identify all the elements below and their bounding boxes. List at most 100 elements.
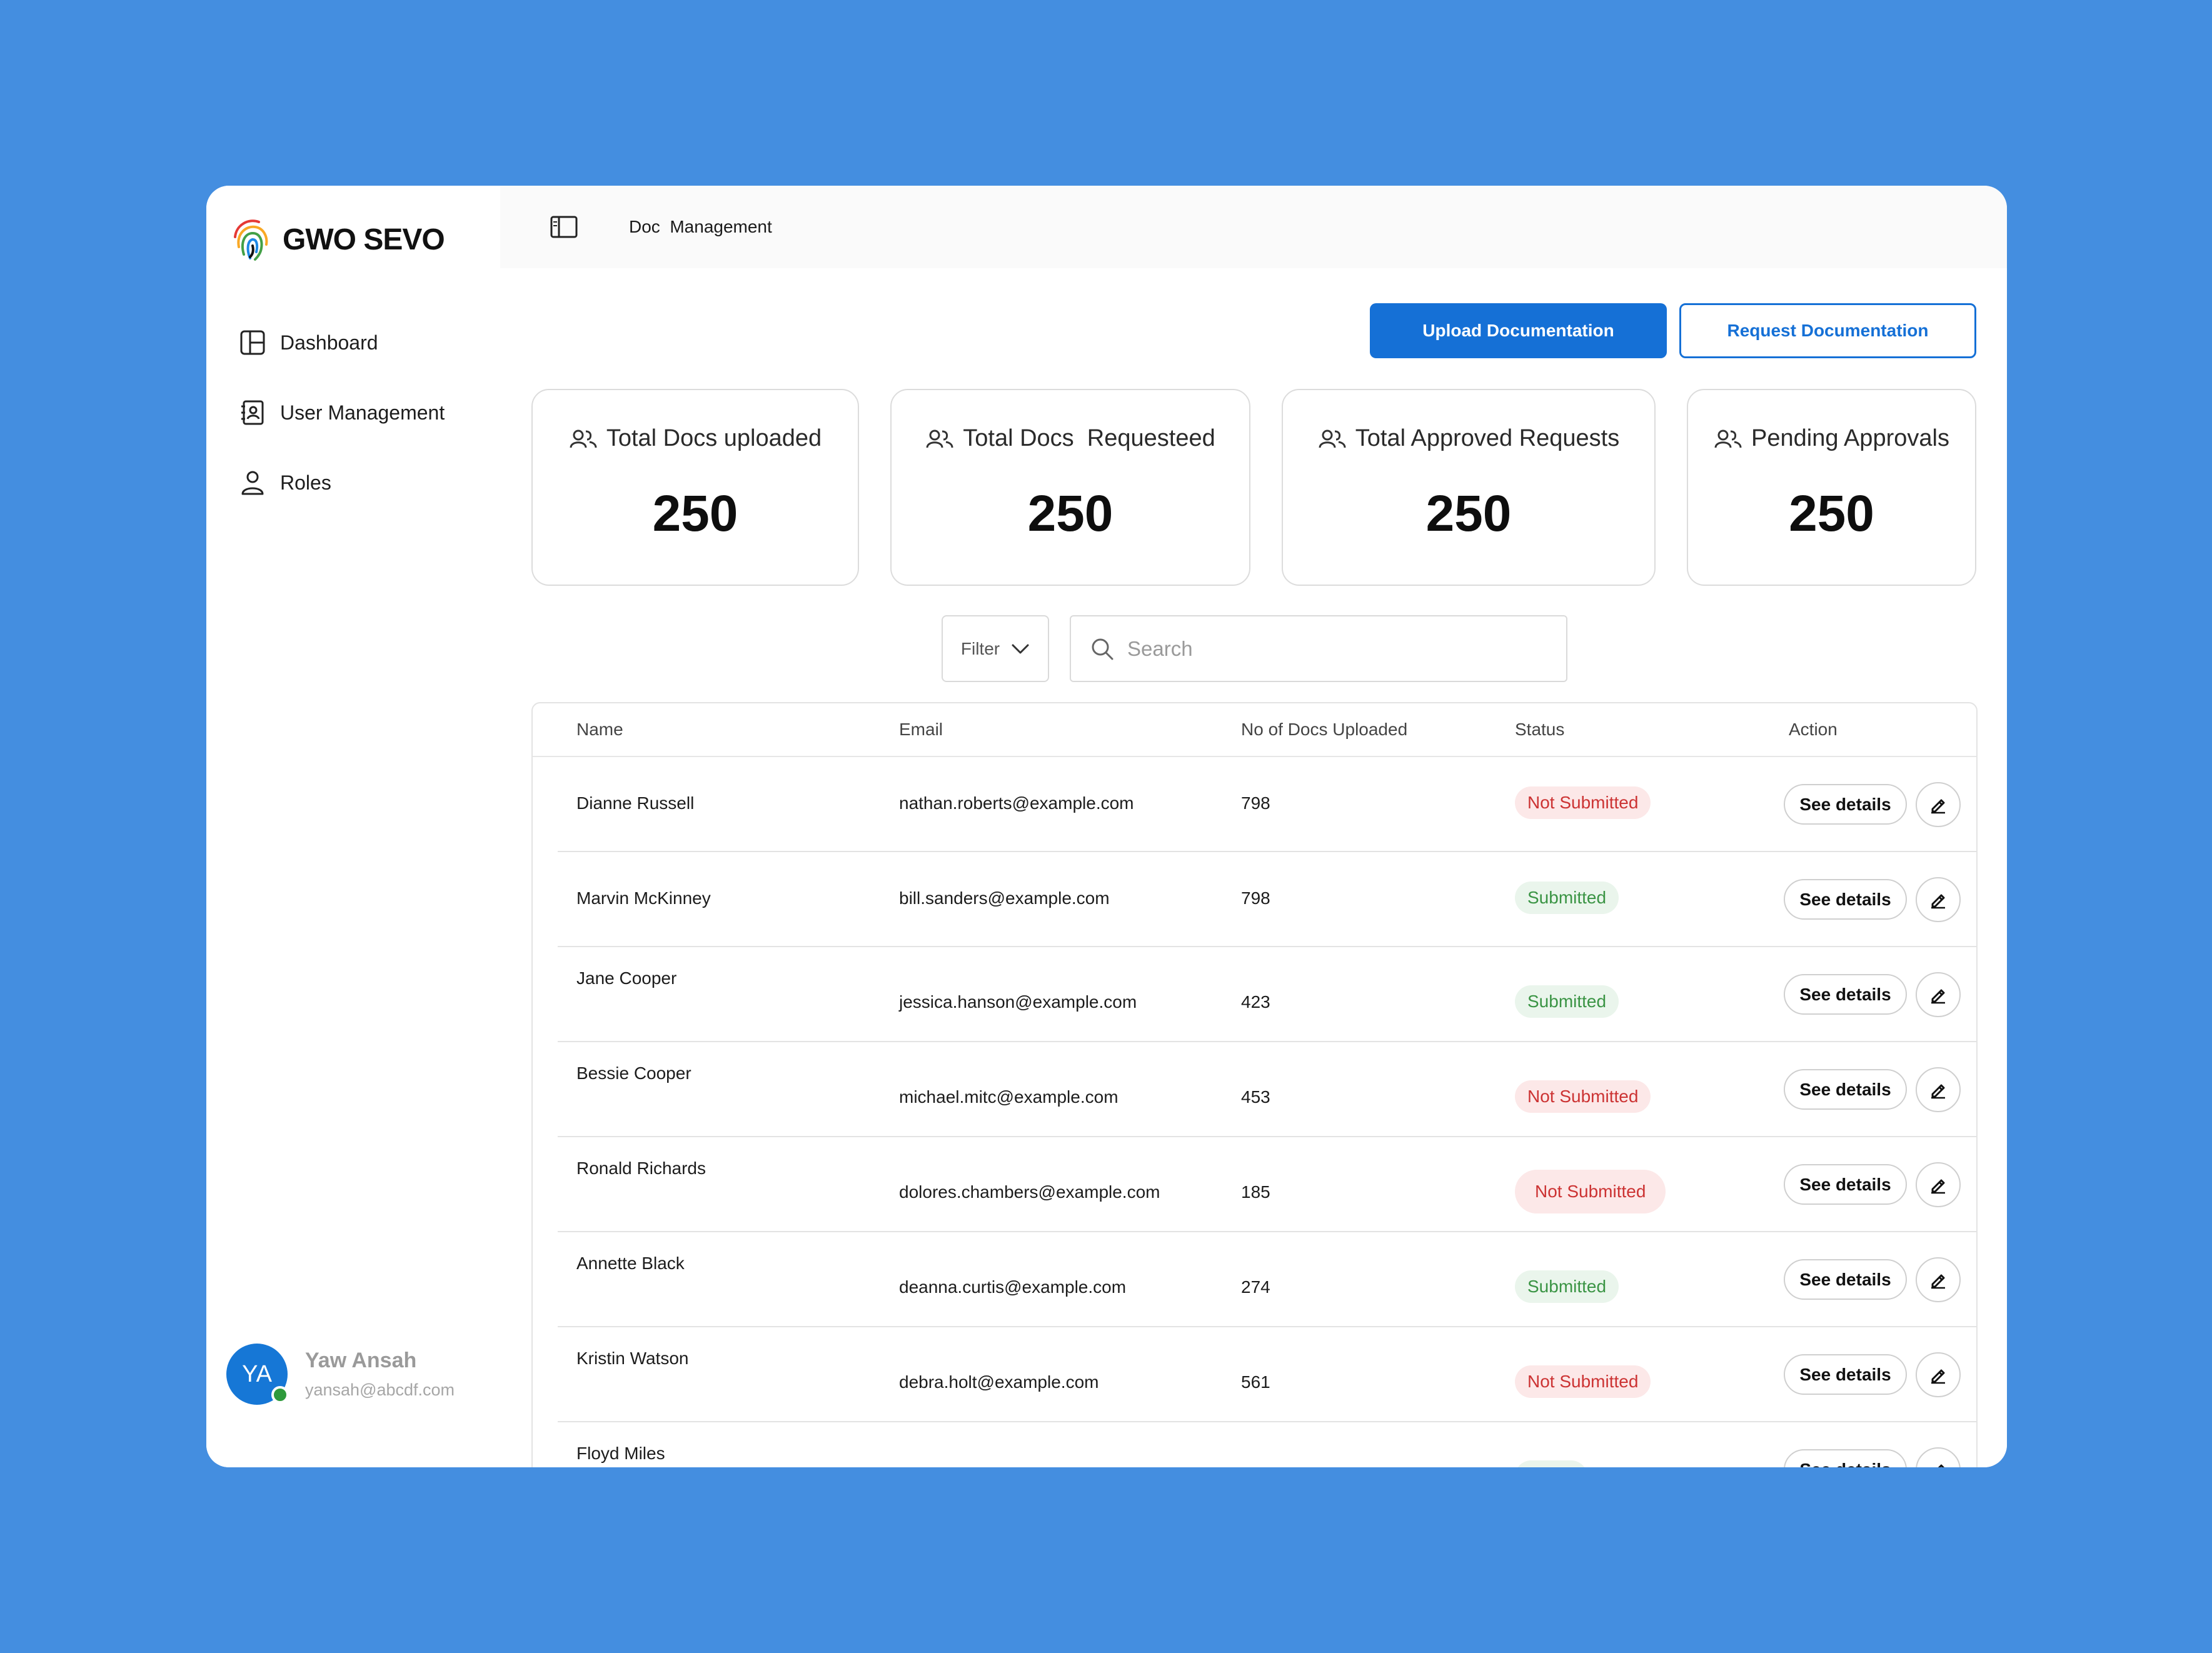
user-profile[interactable]: YA Yaw Ansah yansah@abcdf.com xyxy=(226,1344,455,1405)
user-icon xyxy=(241,471,264,495)
status-badge: Active xyxy=(1515,1460,1588,1467)
sidebar-item-label: Dashboard xyxy=(280,331,378,354)
edit-button[interactable] xyxy=(1916,1067,1961,1112)
table-header: Name Email No of Docs Uploaded Status Ac… xyxy=(533,703,1976,757)
row-email: deanna.curtis@example.com xyxy=(899,1277,1127,1297)
edit-pencil-icon xyxy=(1931,1179,1945,1194)
row-name: Ronald Richards xyxy=(576,1158,706,1178)
search-input[interactable] xyxy=(1127,636,1552,661)
see-details-button[interactable]: See details xyxy=(1784,1354,1907,1395)
status-badge: Submitted xyxy=(1515,1270,1619,1303)
online-status-dot xyxy=(271,1386,289,1404)
users-icon xyxy=(1319,430,1346,448)
row-docs-count: 185 xyxy=(1241,1182,1270,1202)
app-window: GWO SEVO Dashboard User Management Roles… xyxy=(206,186,2007,1467)
status-badge: Submitted xyxy=(1515,882,1619,914)
see-details-button[interactable]: See details xyxy=(1784,1259,1907,1300)
avatar-initials: YA xyxy=(242,1360,272,1387)
user-name: Yaw Ansah xyxy=(305,1349,417,1372)
row-name: Marvin McKinney xyxy=(576,888,711,908)
status-badge: Not Submitted xyxy=(1515,786,1651,819)
table-row[interactable]: Kristin Watson debra.holt@example.com 561 N… xyxy=(558,1327,1976,1422)
see-details-button[interactable]: See details xyxy=(1784,1069,1907,1110)
stat-label: Pending Approvals xyxy=(1751,425,1949,451)
status-badge: Not Submitted xyxy=(1515,1170,1666,1213)
see-details-button[interactable]: See details xyxy=(1784,974,1907,1015)
table-row[interactable]: Dianne Russell nathan.roberts@example.com… xyxy=(558,757,1976,852)
contact-book-icon xyxy=(241,400,264,425)
search-icon xyxy=(1092,638,1114,660)
row-name: Floyd Miles xyxy=(576,1444,665,1463)
stat-value: 250 xyxy=(652,485,738,542)
column-header-docs[interactable]: No of Docs Uploaded xyxy=(1241,720,1407,740)
filter-dropdown[interactable]: Filter xyxy=(942,615,1049,682)
sidebar-item-user-management[interactable]: User Management xyxy=(239,378,489,448)
row-docs-count: 798 xyxy=(1241,793,1270,813)
edit-button[interactable] xyxy=(1916,782,1961,827)
row-docs-count: 274 xyxy=(1241,1277,1270,1297)
upload-documentation-button[interactable]: Upload Documentation xyxy=(1370,303,1667,358)
row-email: bill.sanders@example.com xyxy=(899,888,1110,908)
layout-icon xyxy=(240,330,265,355)
see-details-button[interactable]: See details xyxy=(1784,1449,1907,1467)
row-docs-count: 423 xyxy=(1241,992,1270,1012)
see-details-button[interactable]: See details xyxy=(1784,784,1907,825)
table-row[interactable]: Jane Cooper jessica.hanson@example.com 423… xyxy=(558,947,1976,1042)
sidebar-item-roles[interactable]: Roles xyxy=(239,448,489,518)
column-header-email[interactable]: Email xyxy=(899,720,943,740)
column-header-name[interactable]: Name xyxy=(576,720,623,740)
top-bar: Doc Management xyxy=(500,186,2007,268)
row-name: Dianne Russell xyxy=(576,793,695,813)
edit-pencil-icon xyxy=(1931,989,1945,1004)
sidebar: GWO SEVO Dashboard User Management Roles… xyxy=(206,186,500,1467)
stat-value: 250 xyxy=(1027,485,1114,542)
table-body: Dianne Russell nathan.roberts@example.com… xyxy=(533,757,1976,1467)
avatar: YA xyxy=(226,1344,289,1405)
users-icon xyxy=(926,430,953,448)
edit-button[interactable] xyxy=(1916,1352,1961,1397)
chevron-down-icon xyxy=(1012,644,1029,653)
edit-button[interactable] xyxy=(1916,972,1961,1017)
sidebar-item-label: Roles xyxy=(280,471,331,494)
breadcrumb: Doc Management xyxy=(629,217,772,236)
table-row[interactable]: Bessie Cooper michael.mitc@example.com 453… xyxy=(558,1042,1976,1137)
row-name: Kristin Watson xyxy=(576,1349,689,1368)
column-header-status[interactable]: Status xyxy=(1515,720,1564,740)
stat-value: 250 xyxy=(1425,485,1512,542)
logo[interactable]: GWO SEVO xyxy=(230,216,445,263)
sidebar-toggle-icon[interactable] xyxy=(550,216,578,238)
logo-text: GWO SEVO xyxy=(283,223,445,256)
edit-button[interactable] xyxy=(1916,1447,1961,1467)
stat-card-pending-approvals: Pending Approvals 250 xyxy=(1687,389,1976,586)
table-row[interactable]: Marvin McKinney bill.sanders@example.com 7… xyxy=(558,852,1976,947)
edit-button[interactable] xyxy=(1916,877,1961,922)
fingerprint-logo-icon xyxy=(234,219,268,261)
request-documentation-button[interactable]: Request Documentation xyxy=(1679,303,1976,358)
edit-pencil-icon xyxy=(1931,1274,1945,1289)
edit-button[interactable] xyxy=(1916,1257,1961,1302)
filter-label: Filter xyxy=(960,638,1000,658)
row-email: debra.holt@example.com xyxy=(899,1372,1099,1392)
status-badge: Not Submitted xyxy=(1515,1080,1651,1113)
see-details-button[interactable]: See details xyxy=(1784,1164,1907,1205)
table-row[interactable]: Annette Black deanna.curtis@example.com 27… xyxy=(558,1232,1976,1327)
user-info: Yaw Ansah yansah@abcdf.com xyxy=(305,1349,455,1400)
row-name: Bessie Cooper xyxy=(576,1063,691,1083)
edit-pencil-icon xyxy=(1931,1369,1945,1384)
row-email: jessica.hanson@example.com xyxy=(899,992,1137,1012)
edit-button[interactable] xyxy=(1916,1162,1961,1207)
sidebar-item-dashboard[interactable]: Dashboard xyxy=(239,308,489,378)
edit-pencil-icon xyxy=(1938,1464,1945,1467)
stat-card-approved-requests: Total Approved Requests 250 xyxy=(1282,389,1656,586)
table-row[interactable]: Ronald Richards dolores.chambers@example.… xyxy=(558,1137,1976,1232)
stat-label: Total Approved Requests xyxy=(1355,425,1620,451)
search-box[interactable] xyxy=(1070,615,1567,682)
row-name: Annette Black xyxy=(576,1254,685,1273)
table-row[interactable]: Floyd Milesdebbie.baker@example.com357Ac… xyxy=(558,1422,1976,1467)
users-icon xyxy=(1714,430,1742,448)
edit-pencil-icon xyxy=(1931,1084,1945,1099)
stat-card-total-uploaded: Total Docs uploaded 250 xyxy=(531,389,859,586)
see-details-button[interactable]: See details xyxy=(1784,879,1907,920)
row-docs-count: 561 xyxy=(1241,1372,1270,1392)
row-docs-count: 798 xyxy=(1241,888,1270,908)
